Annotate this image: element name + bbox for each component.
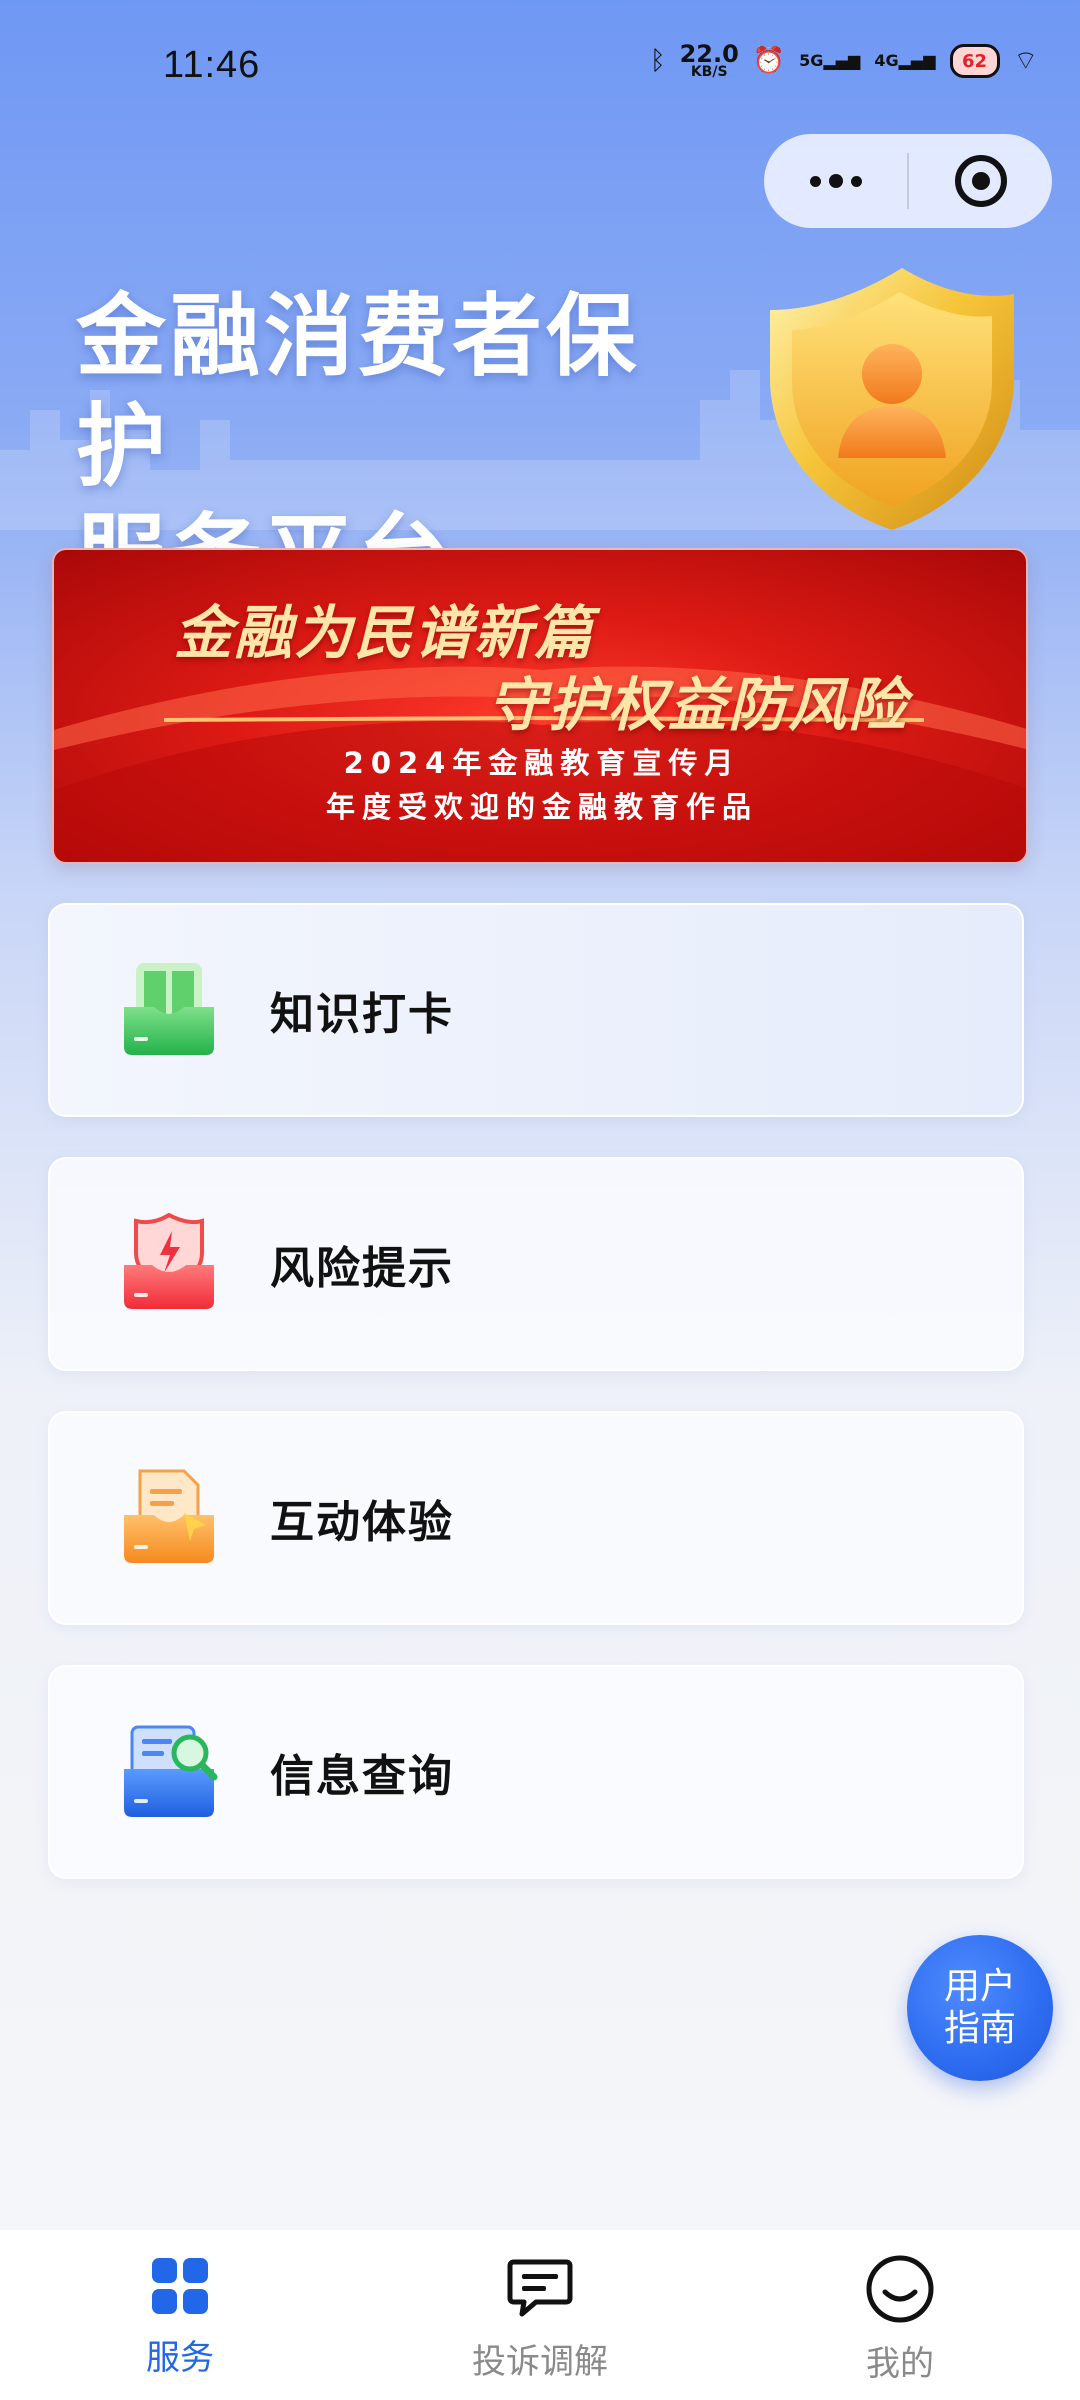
miniprogram-capsule	[764, 134, 1052, 228]
network-speed: 22.0 KB/S	[679, 40, 739, 80]
chat-bubble-icon	[507, 2259, 573, 2317]
tab-label: 服务	[146, 2338, 214, 2378]
green-book-icon	[114, 955, 224, 1065]
tab-mine[interactable]: 我的	[720, 2230, 1080, 2400]
menu-item-risk-alert[interactable]: 风险提示	[48, 1157, 1024, 1371]
menu-item-knowledge-checkin[interactable]: 知识打卡	[48, 903, 1024, 1117]
wifi-icon: ⌔	[1013, 46, 1038, 77]
banner-headline-2: 守护权益防风险	[488, 671, 909, 739]
menu-item-label: 风险提示	[270, 1243, 454, 1294]
sim1-label: 5G	[799, 51, 824, 71]
alarm-icon: ⏰	[752, 46, 786, 77]
orange-document-icon	[114, 1463, 224, 1573]
menu-item-interactive-experience[interactable]: 互动体验	[48, 1411, 1024, 1625]
more-dots-icon	[809, 175, 821, 187]
target-circle-icon	[954, 155, 1007, 207]
tab-service[interactable]: 服务	[0, 2230, 360, 2400]
status-icons: ᛒ 22.0 KB/S ⏰ 5G▂▄▆ 4G▂▄▆ 62 ⌔	[649, 40, 1038, 80]
status-time: 11:46	[163, 44, 261, 86]
more-dot-center	[828, 174, 843, 188]
tab-label: 投诉调解	[472, 2342, 608, 2382]
close-button[interactable]	[909, 134, 1052, 228]
network-speed-unit: KB/S	[690, 63, 728, 80]
menu-item-label: 信息查询	[270, 1751, 454, 1802]
user-guide-line1: 用户	[943, 1966, 1016, 2007]
menu-item-label: 知识打卡	[270, 989, 454, 1040]
bluetooth-icon: ᛒ	[649, 46, 666, 77]
status-bar: 11:46 ᛒ 22.0 KB/S ⏰ 5G▂▄▆ 4G▂▄▆ 62 ⌔	[0, 0, 1080, 130]
blue-search-icon	[114, 1717, 224, 1827]
network-speed-value: 22.0	[679, 40, 739, 68]
battery-level: 62	[962, 50, 988, 72]
menu-item-label: 互动体验	[270, 1497, 454, 1548]
more-dot-right	[850, 175, 862, 187]
user-guide-button[interactable]: 用户 指南	[907, 1935, 1053, 2081]
promo-banner[interactable]: 金融为民谱新篇 守护权益防风险 2024年金融教育宣传月 年度受欢迎的金融教育作…	[52, 548, 1028, 864]
tab-complaint-mediation[interactable]: 投诉调解	[360, 2230, 720, 2400]
service-menu: 知识打卡 风险提示 互动体验 信息查询	[48, 903, 1024, 1919]
gold-shield-user-icon	[770, 268, 1014, 530]
bottom-tab-bar: 服务 投诉调解 我的	[0, 2230, 1080, 2400]
sim2-signal: 4G▂▄▆	[874, 51, 936, 71]
more-button[interactable]	[764, 134, 907, 228]
grid-icon	[152, 2258, 208, 2314]
smiley-icon	[866, 2255, 934, 2323]
user-guide-line2: 指南	[943, 2008, 1016, 2049]
sim1-signal: 5G▂▄▆	[799, 51, 861, 71]
banner-subtitle-2: 年度受欢迎的金融教育作品	[325, 790, 758, 824]
banner-subtitle-1: 2024年金融教育宣传月	[343, 746, 741, 780]
menu-item-info-query[interactable]: 信息查询	[48, 1665, 1024, 1879]
tab-label: 我的	[866, 2344, 934, 2384]
sim2-label: 4G	[874, 51, 899, 71]
page-title-line1: 金融消费者保护	[76, 284, 640, 499]
battery-indicator: 62	[949, 44, 1000, 79]
red-shield-warning-icon	[114, 1209, 224, 1319]
